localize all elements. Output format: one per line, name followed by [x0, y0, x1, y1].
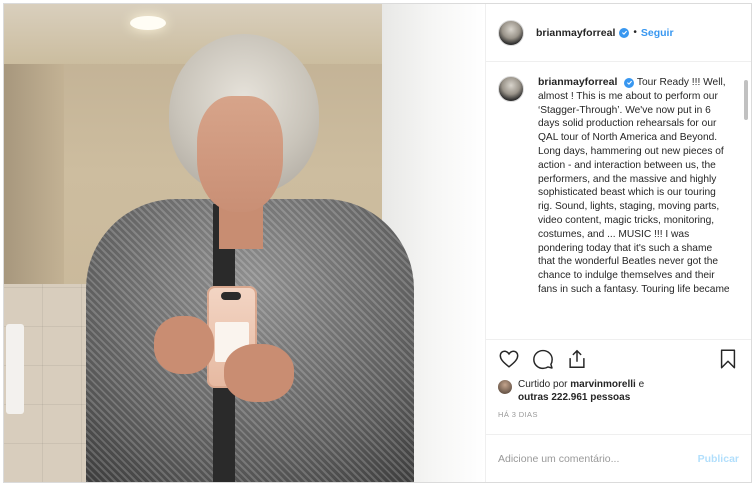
photo-face [197, 96, 283, 212]
bookmark-icon[interactable] [717, 348, 739, 370]
caption-avatar[interactable] [498, 76, 524, 102]
likes-text: Curtido por marvinmorelli e outras 222.9… [518, 378, 644, 404]
verified-badge-icon [624, 77, 635, 88]
share-icon[interactable] [566, 348, 588, 370]
action-bar [486, 340, 751, 378]
post-timestamp[interactable]: HÁ 3 DIAS [486, 404, 751, 428]
post-modal: brianmayforreal • Seguir brianmayforreal… [3, 3, 752, 483]
verified-badge-icon [619, 27, 630, 38]
heart-icon[interactable] [498, 348, 520, 370]
post-photo[interactable] [4, 4, 485, 482]
liker-avatar[interactable] [498, 380, 512, 394]
follow-button[interactable]: Seguir [641, 27, 674, 39]
header-separator: • [633, 27, 637, 38]
author-avatar[interactable] [498, 19, 524, 46]
likes-prefix: Curtido por [518, 379, 568, 390]
post-header: brianmayforreal • Seguir [486, 4, 751, 62]
comments-scrollbar[interactable] [744, 80, 748, 120]
photo-hand-right [224, 344, 294, 402]
comment-icon[interactable] [532, 348, 554, 370]
comments-area[interactable]: brianmayforreal Tour Ready !!! Well, alm… [486, 62, 751, 340]
publish-button[interactable]: Publicar [698, 453, 739, 465]
caption-text-block: brianmayforreal Tour Ready !!! Well, alm… [538, 76, 731, 297]
likes-summary: Curtido por marvinmorelli e outras 222.9… [486, 378, 751, 404]
caption-username[interactable]: brianmayforreal [538, 76, 617, 88]
photo-phone-camera [221, 292, 241, 300]
likes-others-link[interactable]: outras 222.961 pessoas [518, 392, 630, 403]
author-username[interactable]: brianmayforreal [536, 27, 615, 39]
post-side-panel: brianmayforreal • Seguir brianmayforreal… [485, 4, 751, 482]
caption-text: Tour Ready !!! Well, almost ! This is me… [538, 77, 730, 295]
photo-ceiling-lamp [130, 16, 166, 30]
caption: brianmayforreal Tour Ready !!! Well, alm… [498, 76, 731, 297]
liker-username[interactable]: marvinmorelli [570, 379, 636, 390]
likes-connector: e [638, 379, 645, 390]
comment-input[interactable] [498, 452, 698, 465]
photo-hand-left [154, 316, 214, 374]
photo-towel [6, 324, 24, 414]
add-comment-bar: Publicar [486, 434, 751, 482]
